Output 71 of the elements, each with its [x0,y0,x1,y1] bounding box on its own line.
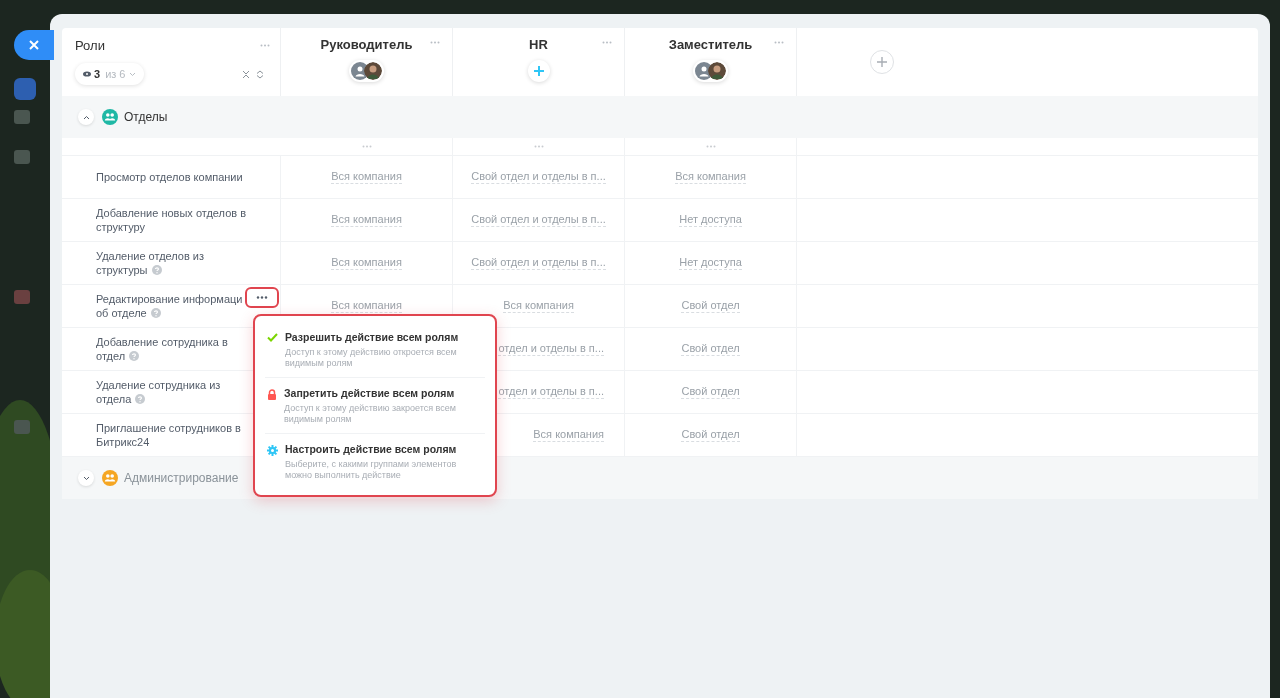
expand-icon[interactable] [256,69,264,79]
access-level-link[interactable]: Свой отдел [681,385,740,399]
access-level-link[interactable]: Свой отдел [681,342,740,356]
permission-label: Удаление отделов из структуры [96,249,206,277]
access-level-link[interactable]: Вся компания [331,213,402,227]
help-icon[interactable] [129,351,140,361]
permission-label: Добавление новых отделов в структуру [96,206,247,234]
gear-icon [267,445,278,456]
menu-item-title: Запретить действие всем ролям [284,387,456,399]
section-title: Отделы [124,110,168,124]
role-name: Заместитель [668,37,753,52]
lock-icon [267,389,277,400]
role-name: Руководитель [320,37,413,52]
access-level-link[interactable]: отдел и отделы в п... [498,385,604,399]
access-level-link[interactable]: Вся компания [331,299,402,313]
menu-item-title: Разрешить действие всем ролям [285,331,460,343]
visible-roles-filter[interactable]: 3 из 6 [75,63,144,85]
access-level-link[interactable]: отдел и отделы в п... [498,342,604,356]
plus-icon [532,65,545,77]
more-icon[interactable] [533,145,544,148]
menu-item-description: Доступ к этому действию откроется всем видимым ролям [285,347,458,369]
more-icon[interactable] [430,41,440,44]
access-level-link[interactable]: Свой отдел и отделы в п... [471,170,606,184]
access-level-link[interactable]: Вся компания [331,256,402,270]
add-member-button[interactable] [527,60,550,82]
eye-icon [83,71,91,77]
access-level-link[interactable]: Свой отдел [681,428,740,442]
more-icon[interactable] [361,145,372,148]
menu-item-title: Настроить действие всем ролям [285,443,458,455]
close-icon [28,39,40,51]
access-level-link[interactable]: Нет доступа [679,213,742,227]
more-icon[interactable] [602,41,612,44]
collapse-icon[interactable] [242,69,250,79]
more-button[interactable] [245,287,279,308]
access-level-link[interactable]: Нет доступа [679,256,742,270]
members-avatars[interactable] [693,60,728,82]
members-avatars[interactable] [349,60,384,82]
menu-item[interactable]: Запретить действие всем ролям Доступ к этому действию закроется всем видимым ролям [265,378,485,434]
toggle-icon[interactable] [78,109,94,125]
permission-label: Приглашение сотрудников в Битрикс24 [96,421,242,449]
access-level-link[interactable]: Вся компания [503,299,574,313]
permission-label: Просмотр отделов компании [96,170,244,184]
help-icon[interactable] [150,308,161,318]
role-name: HR [529,37,548,52]
permission-label: Редактирование информаци об отделе [96,292,244,320]
access-level-link[interactable]: Вся компания [331,170,402,184]
menu-item-description: Выберите, с какими группами элементов можно выполнить действие [285,459,458,481]
menu-item[interactable]: Разрешить действие всем ролям Доступ к этому действию откроется всем видимым ролям [265,322,485,378]
section-title: Администрирование [124,471,239,485]
more-icon [256,296,268,299]
permission-label: Добавление сотрудника в отдел [96,335,229,363]
menu-item-description: Доступ к этому действию закроется всем видимым ролям [284,403,457,425]
more-icon[interactable] [774,41,784,44]
access-level-link[interactable]: Вся компания [675,170,746,184]
access-level-link[interactable]: Свой отдел и отделы в п... [471,213,606,227]
section-header[interactable]: Отделы [62,96,1258,138]
more-icon[interactable] [260,44,270,47]
permission-label: Удаление сотрудника из отдела [96,378,222,406]
help-icon[interactable] [151,265,162,275]
add-role-button[interactable] [870,50,894,74]
close-button[interactable] [14,30,54,60]
access-level-link[interactable]: Свой отдел [681,299,740,313]
more-icon[interactable] [705,145,716,148]
chevron-down-icon [128,71,136,77]
access-level-link[interactable]: Вся компания [533,428,604,442]
access-level-link[interactable]: Свой отдел и отделы в п... [471,256,606,270]
toggle-icon[interactable] [78,470,94,486]
plus-icon [877,57,887,67]
check-icon [267,333,278,342]
help-icon[interactable] [135,394,146,404]
column-title: Роли [75,38,105,53]
